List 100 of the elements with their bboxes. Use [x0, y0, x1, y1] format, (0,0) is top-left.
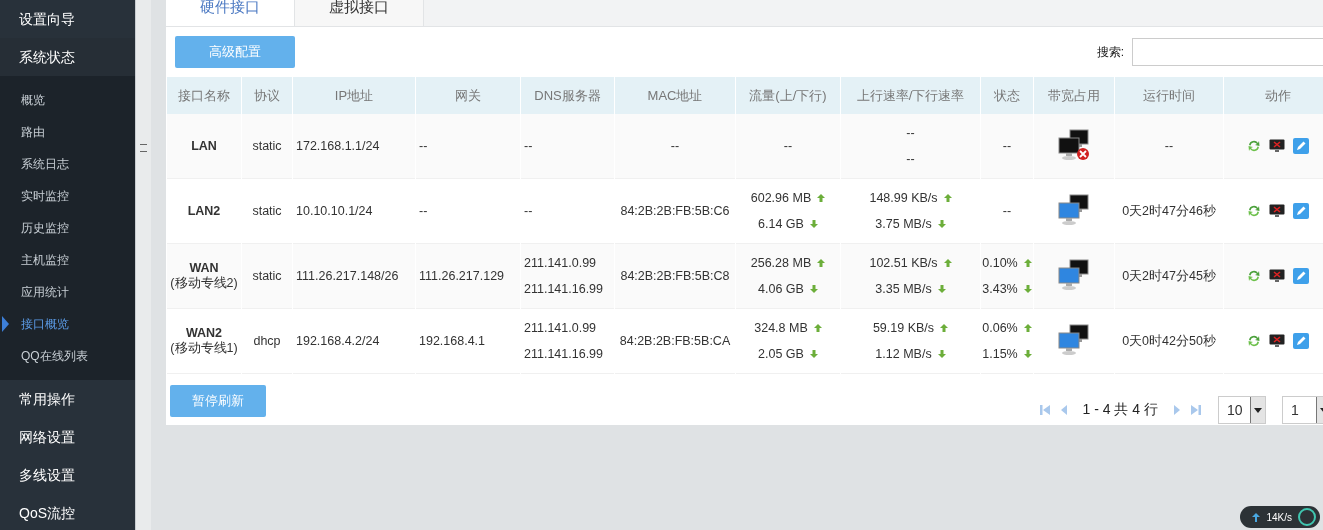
sidebar-item[interactable]: 概览: [0, 84, 135, 116]
down-arrow-icon: [937, 220, 946, 228]
sidebar-section[interactable]: 常用操作: [0, 380, 135, 418]
up-arrow-icon: [1023, 324, 1032, 332]
table-cell: static: [242, 244, 292, 309]
monitor-icon[interactable]: [1268, 139, 1285, 153]
sidebar-item[interactable]: 实时监控: [0, 180, 135, 212]
cell-value: 0.06%: [982, 320, 1018, 337]
up-arrow-icon: [943, 194, 952, 202]
speed-widget[interactable]: 14K/s: [1240, 506, 1320, 528]
refresh-icon[interactable]: [1246, 334, 1261, 348]
gauge-icon: [1298, 508, 1316, 526]
sidebar-item[interactable]: 接口概览: [0, 308, 135, 340]
down-arrow-icon: [809, 220, 818, 228]
down-arrow-icon: [1023, 350, 1032, 358]
down-arrow-icon: [809, 350, 818, 358]
table-cell: 192.168.4.1: [416, 309, 520, 374]
table-cell: 84:2B:2B:FB:5B:C8: [615, 244, 735, 309]
column-header: DNS服务器: [521, 77, 614, 114]
cell-value: 3.75 MB/s: [875, 216, 932, 233]
table-cell: static: [242, 114, 292, 179]
table-cell: 211.141.0.99 211.141.16.99: [521, 309, 614, 374]
table-cell: 211.141.0.99 211.141.16.99: [521, 244, 614, 309]
table-cell: dhcp: [242, 309, 292, 374]
column-header: 状态: [981, 77, 1033, 114]
sidebar-item[interactable]: 主机监控: [0, 244, 135, 276]
tab[interactable]: 虚拟接口: [295, 0, 424, 26]
cell-value: --: [783, 138, 793, 155]
cell-value: 59.19 KB/s: [872, 320, 935, 337]
refresh-icon[interactable]: [1246, 139, 1261, 153]
edit-icon[interactable]: [1292, 203, 1309, 219]
table-cell: LAN: [167, 114, 241, 179]
sidebar-item[interactable]: QQ在线列表: [0, 340, 135, 372]
sidebar-item[interactable]: 应用统计: [0, 276, 135, 308]
monitor-icon[interactable]: [1268, 204, 1285, 218]
up-arrow-icon: [817, 259, 826, 267]
sidebar-section[interactable]: 多线设置: [0, 456, 135, 494]
pointer-icon: [2, 316, 9, 332]
column-header: 协议: [242, 77, 292, 114]
cell-value: 3.35 MB/s: [875, 281, 932, 298]
edit-icon[interactable]: [1292, 138, 1309, 154]
down-arrow-icon: [937, 350, 946, 358]
sidebar-section[interactable]: 网络设置: [0, 418, 135, 456]
sidebar-item[interactable]: 历史监控: [0, 212, 135, 244]
cell-value: 4.06 GB: [758, 281, 804, 298]
cell-value: 602.96 MB: [750, 190, 812, 207]
sidebar-section[interactable]: 系统状态: [0, 38, 135, 76]
first-page-icon[interactable]: [1038, 403, 1051, 417]
table-cell: 192.168.4.2/24: [293, 309, 415, 374]
caret-icon: [1254, 407, 1262, 413]
column-header: 上行速率/下行速率: [841, 77, 980, 114]
refresh-icon[interactable]: [1246, 269, 1261, 283]
page-info: 1 - 4 共 4 行: [1082, 401, 1158, 419]
table-cell: 0天2时47分45秒: [1115, 244, 1223, 309]
cell-value: 148.99 KB/s: [869, 190, 938, 207]
next-page-icon[interactable]: [1172, 403, 1182, 417]
cell-value: 324.8 MB: [754, 320, 808, 337]
cell-value: --: [1002, 203, 1012, 220]
cell-value: 1.15%: [982, 346, 1018, 363]
search-field[interactable]: [1132, 38, 1323, 66]
cell-value: 256.28 MB: [750, 255, 812, 272]
table-cell: 172.168.1.1/24: [293, 114, 415, 179]
column-header: 流量(上/下行): [736, 77, 840, 114]
table-cell: --: [615, 114, 735, 179]
column-header: 接口名称: [167, 77, 241, 114]
refresh-icon[interactable]: [1246, 204, 1261, 218]
sidebar-item[interactable]: 路由: [0, 116, 135, 148]
cell-value: 3.43%: [982, 281, 1018, 298]
cell-value: 102.51 KB/s: [869, 255, 938, 272]
cell-value: --: [906, 125, 915, 142]
page-select[interactable]: 1: [1282, 396, 1323, 424]
table-cell: --: [416, 114, 520, 179]
tab[interactable]: 硬件接口: [166, 0, 295, 26]
monitor-icon[interactable]: [1268, 269, 1285, 283]
table-cell: --: [1115, 114, 1223, 179]
table-cell: --: [521, 114, 614, 179]
cell-value: 6.14 GB: [758, 216, 804, 233]
cell-value: 0.10%: [982, 255, 1018, 272]
sidebar-section[interactable]: QoS流控: [0, 494, 135, 530]
up-arrow-icon: [943, 259, 952, 267]
speed-reading: 14K/s: [1266, 511, 1292, 523]
sidebar-section[interactable]: 设置向导: [0, 0, 135, 38]
column-header: 网关: [416, 77, 520, 114]
column-header: MAC地址: [615, 77, 735, 114]
table-cell: 84:2B:2B:FB:5B:CA: [615, 309, 735, 374]
up-arrow-icon: [1023, 259, 1032, 267]
cell-value: --: [906, 151, 915, 168]
edit-icon[interactable]: [1292, 268, 1309, 284]
column-header: 动作: [1224, 77, 1323, 114]
cell-value: --: [1002, 138, 1012, 155]
edit-icon[interactable]: [1292, 333, 1309, 349]
last-page-icon[interactable]: [1190, 403, 1202, 417]
sidebar-item[interactable]: 系统日志: [0, 148, 135, 180]
table-cell: WAN (移动专线2): [167, 244, 241, 309]
monitor-icon[interactable]: [1268, 334, 1285, 348]
column-header: IP地址: [293, 77, 415, 114]
upload-arrow-icon: [1252, 512, 1261, 522]
table-cell: WAN2 (移动专线1): [167, 309, 241, 374]
page-size-select[interactable]: 10: [1218, 396, 1266, 424]
table-cell: 111.26.217.148/26: [293, 244, 415, 309]
